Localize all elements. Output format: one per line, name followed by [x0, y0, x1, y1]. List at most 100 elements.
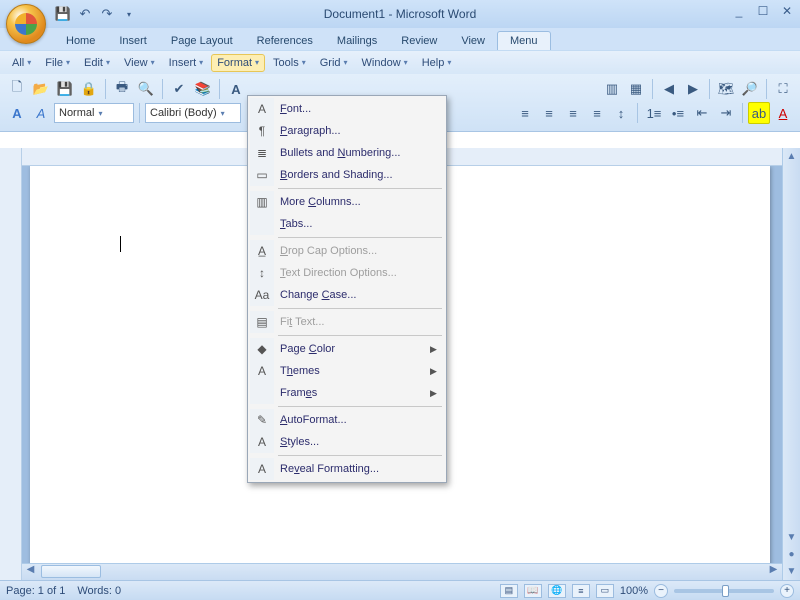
draft-view-icon[interactable]: ▭: [596, 584, 614, 598]
tab-view[interactable]: View: [449, 32, 497, 50]
font-color-icon[interactable]: A: [772, 102, 794, 124]
zoom-in-button[interactable]: +: [780, 584, 794, 598]
menu-insert[interactable]: Insert▾: [163, 54, 210, 72]
line-spacing-icon[interactable]: ↕: [610, 102, 632, 124]
tab-page-layout[interactable]: Page Layout: [159, 32, 245, 50]
format-menu-item[interactable]: Tabs...: [250, 213, 444, 235]
highlight-icon[interactable]: ab: [748, 102, 770, 124]
bullets-icon[interactable]: •≡: [667, 102, 689, 124]
format-menu-item[interactable]: Frames▶: [250, 382, 444, 404]
vertical-scrollbar[interactable]: ▲ ▼ ● ▼: [782, 148, 800, 580]
align-center-icon[interactable]: ≡: [538, 102, 560, 124]
indent-icon[interactable]: ▶: [682, 78, 704, 100]
menu-tools[interactable]: Tools▾: [267, 54, 312, 72]
clear-format-icon[interactable]: A: [30, 102, 52, 124]
justify-icon[interactable]: ≡: [586, 102, 608, 124]
styles-pane-icon[interactable]: A: [6, 102, 28, 124]
tab-review[interactable]: Review: [389, 32, 449, 50]
research-icon[interactable]: 📚: [192, 78, 214, 100]
increase-indent-icon[interactable]: ⇥: [715, 102, 737, 124]
table-icon[interactable]: ▦: [625, 78, 647, 100]
doc-map-icon[interactable]: 🗺: [715, 78, 737, 100]
open-icon[interactable]: 📂: [30, 78, 52, 100]
status-words[interactable]: Words: 0: [77, 585, 121, 597]
format-menu-item[interactable]: ▭Borders and Shading...: [250, 164, 444, 186]
tab-home[interactable]: Home: [54, 32, 107, 50]
menu-item-icon: ◆: [250, 338, 274, 360]
format-menu-item[interactable]: ≣Bullets and Numbering...: [250, 142, 444, 164]
new-icon[interactable]: 🗋: [6, 78, 28, 100]
format-menu-item[interactable]: AThemes▶: [250, 360, 444, 382]
menu-window[interactable]: Window▾: [356, 54, 414, 72]
menu-all[interactable]: All▾: [6, 54, 37, 72]
font-dialog-icon[interactable]: A: [225, 78, 247, 100]
restore-button[interactable]: ☐: [756, 4, 770, 18]
zoom-level[interactable]: 100%: [620, 585, 648, 597]
save-icon[interactable]: 💾: [54, 78, 76, 100]
format-menu-item[interactable]: ◆Page Color▶: [250, 338, 444, 360]
zoom-out-button[interactable]: −: [654, 584, 668, 598]
save-icon[interactable]: 💾: [54, 5, 72, 23]
format-menu-item[interactable]: ✎AutoFormat...: [250, 409, 444, 431]
office-button[interactable]: [6, 4, 46, 44]
horizontal-scrollbar[interactable]: ◀ ▶: [22, 563, 782, 580]
tab-mailings[interactable]: Mailings: [325, 32, 389, 50]
menu-item-label: Frames: [274, 387, 430, 399]
zoom-slider[interactable]: [674, 589, 774, 593]
full-screen-view-icon[interactable]: 📖: [524, 584, 542, 598]
menu-item-icon: [250, 382, 274, 404]
decrease-indent-icon[interactable]: ⇤: [691, 102, 713, 124]
web-layout-view-icon[interactable]: 🌐: [548, 584, 566, 598]
tab-menu[interactable]: Menu: [497, 31, 551, 50]
scroll-up-icon[interactable]: ▲: [783, 148, 800, 165]
menu-item-icon: ≣: [250, 142, 274, 164]
menu-format[interactable]: Format▾: [211, 54, 265, 72]
status-page[interactable]: Page: 1 of 1: [6, 585, 65, 597]
browse-next-icon[interactable]: ▼: [783, 563, 800, 580]
print-icon[interactable]: 🖶: [111, 78, 133, 100]
format-menu-item[interactable]: AReveal Formatting...: [250, 458, 444, 480]
scroll-down-icon[interactable]: ▼: [783, 529, 800, 546]
align-right-icon[interactable]: ≡: [562, 102, 584, 124]
format-menu-item[interactable]: AStyles...: [250, 431, 444, 453]
print-preview-icon[interactable]: 🔍: [135, 78, 157, 100]
menu-item-label: Styles...: [274, 436, 430, 448]
menu-item-icon: ↕: [250, 262, 274, 284]
redo-icon[interactable]: ↷: [98, 5, 116, 23]
menu-item-label: Tabs...: [274, 218, 430, 230]
print-layout-view-icon[interactable]: ▤: [500, 584, 518, 598]
scroll-right-icon[interactable]: ▶: [765, 564, 782, 580]
format-menu-item[interactable]: ¶Paragraph...: [250, 120, 444, 142]
menu-edit[interactable]: Edit▾: [78, 54, 116, 72]
format-menu-item[interactable]: AaChange Case...: [250, 284, 444, 306]
outdent-icon[interactable]: ◀: [658, 78, 680, 100]
format-menu-item[interactable]: AFont...: [250, 98, 444, 120]
menu-item-icon: ¶: [250, 120, 274, 142]
style-combo[interactable]: Normal▾: [54, 103, 134, 123]
align-left-icon[interactable]: ≡: [514, 102, 536, 124]
undo-icon[interactable]: ↶: [76, 5, 94, 23]
tab-references[interactable]: References: [245, 32, 325, 50]
vertical-ruler[interactable]: [0, 148, 22, 580]
permission-icon[interactable]: 🔒: [78, 78, 100, 100]
menu-file[interactable]: File▾: [39, 54, 76, 72]
close-button[interactable]: ✕: [780, 4, 794, 18]
menu-item-label: Themes: [274, 365, 430, 377]
tab-insert[interactable]: Insert: [107, 32, 159, 50]
spelling-icon[interactable]: ✔: [168, 78, 190, 100]
menu-grid[interactable]: Grid▾: [314, 54, 354, 72]
minimize-button[interactable]: _: [732, 4, 746, 18]
find-icon[interactable]: 🔎: [739, 78, 761, 100]
menu-help[interactable]: Help▾: [416, 54, 458, 72]
font-combo[interactable]: Calibri (Body)▾: [145, 103, 241, 123]
browse-prev-icon[interactable]: ●: [783, 546, 800, 563]
menu-view[interactable]: View▾: [118, 54, 161, 72]
columns-icon[interactable]: ▥: [601, 78, 623, 100]
zoom-fit-icon[interactable]: ⛶: [772, 78, 794, 100]
scroll-left-icon[interactable]: ◀: [22, 564, 39, 580]
outline-view-icon[interactable]: ≡: [572, 584, 590, 598]
menu-item-label: Drop Cap Options...: [274, 245, 430, 257]
format-menu-item[interactable]: ▥More Columns...: [250, 191, 444, 213]
qat-customize-icon[interactable]: ▾: [120, 5, 138, 23]
numbering-icon[interactable]: 1≡: [643, 102, 665, 124]
